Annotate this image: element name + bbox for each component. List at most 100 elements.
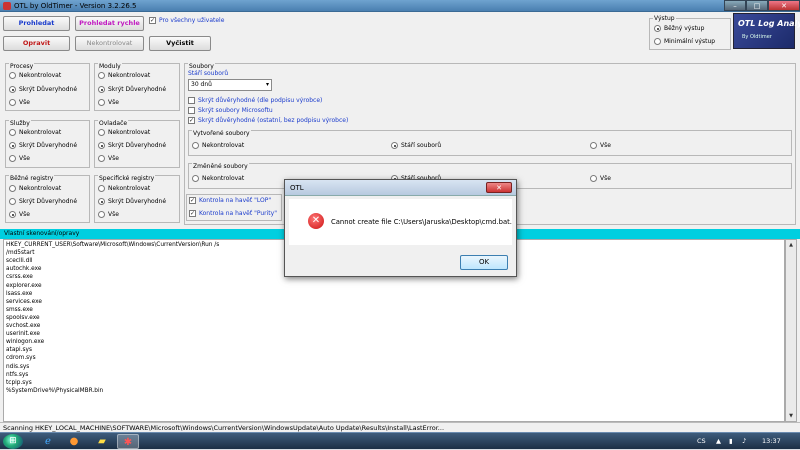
created-all-radio[interactable]: Vše	[590, 142, 611, 149]
modules-hide-trusted-radio[interactable]: Skrýt Důveryhodné	[98, 86, 166, 93]
purity-check-checkbox[interactable]: ✓ Kontrola na havěť "Purity"	[189, 210, 277, 217]
services-no-check-radio[interactable]: Nekontrolovat	[9, 129, 61, 136]
radio-selected-icon	[391, 142, 398, 149]
special-registry-hide-trusted-radio[interactable]: Skrýt Důveryhodné	[98, 198, 166, 205]
created-no-check-radio[interactable]: Nekontrolovat	[192, 142, 244, 149]
custom-scan-line: winlogon.exe	[6, 339, 45, 346]
modified-all-radio[interactable]: Vše	[590, 175, 611, 182]
minimize-button[interactable]: –	[724, 0, 746, 11]
otl-taskbar-icon[interactable]: ✱	[117, 434, 139, 449]
lop-check-checkbox[interactable]: ✓ Kontrola na havěť "LOP"	[189, 197, 271, 204]
no-check-button[interactable]: Nekontrolovat	[75, 36, 144, 51]
language-indicator[interactable]: CS	[697, 437, 706, 445]
hide-trusted-unsigned-checkbox[interactable]: ✓ Skrýt důvěryhodné (ostatní, bez podpisu…	[188, 117, 348, 124]
custom-scan-line: autochk.exe	[6, 266, 42, 273]
checkbox-checked-icon: ✓	[189, 210, 196, 217]
radio-selected-icon	[654, 25, 661, 32]
custom-scan-line: smss.exe	[6, 306, 33, 313]
created-age-radio[interactable]: Stáří souborů	[391, 142, 441, 149]
radio-selected-icon	[9, 142, 16, 149]
custom-scan-line: userinit.exe	[6, 331, 40, 338]
folder-icon[interactable]: ▰	[91, 434, 113, 449]
dialog-close-button[interactable]: ✕	[486, 182, 512, 193]
radio-icon	[192, 175, 199, 182]
modules-no-check-radio[interactable]: Nekontrolovat	[98, 72, 150, 79]
otl-log-analysis-logo[interactable]: OTL Log Analysis By Oldtimer	[733, 13, 800, 49]
firefox-icon[interactable]: ●	[63, 434, 85, 449]
custom-scan-line: %SystemDrive%\PhysicalMBR.bin	[6, 387, 104, 394]
radio-icon	[98, 155, 105, 162]
checkbox-checked-icon: ✓	[189, 197, 196, 204]
status-text: Scanning HKEY_LOCAL_MACHINE\SOFTWARE\Mic…	[3, 424, 445, 432]
clock[interactable]: 13:37	[762, 437, 781, 445]
custom-scan-line: /md5start	[6, 250, 35, 257]
close-button[interactable]: ✕	[768, 0, 800, 11]
processes-hide-trusted-radio[interactable]: Skrýt Důveryhodné	[9, 86, 77, 93]
hide-microsoft-files-checkbox[interactable]: Skrýt soubory Microsoftu	[188, 107, 273, 114]
radio-icon	[98, 129, 105, 136]
custom-scan-scrollbar[interactable]: ▲ ▼	[785, 239, 797, 422]
file-age-label: Stáří souborů	[188, 70, 229, 77]
special-registry-no-check-radio[interactable]: Nekontrolovat	[98, 185, 150, 192]
checkbox-icon	[188, 97, 195, 104]
app-icon	[3, 2, 11, 10]
radio-selected-icon	[98, 198, 105, 205]
standard-output-radio[interactable]: Běžný výstup	[654, 25, 704, 32]
window-title: OTL by OldTimer - Version 3.2.26.5	[14, 2, 137, 10]
radio-icon	[98, 72, 105, 79]
error-dialog: OTL ✕ ✕ Cannot create file C:\Users\Jaru…	[284, 179, 517, 277]
drivers-all-radio[interactable]: Vše	[98, 155, 119, 162]
all-users-checkbox[interactable]: ✓ Pro všechny uživatele	[149, 17, 224, 24]
custom-scan-line: spoolsv.exe	[6, 314, 40, 321]
ie-icon[interactable]: ℯ	[37, 434, 59, 449]
radio-icon	[98, 99, 105, 106]
maximize-button[interactable]: □	[746, 0, 768, 11]
custom-scan-line: ndis.sys	[6, 363, 30, 370]
radio-icon	[9, 99, 16, 106]
output-group: Výstup	[649, 15, 731, 50]
special-registry-all-radio[interactable]: Vše	[98, 211, 119, 218]
radio-selected-icon	[9, 211, 16, 218]
created-files-group: Vytvořené soubory	[188, 130, 792, 156]
drivers-hide-trusted-radio[interactable]: Skrýt Důveryhodné	[98, 142, 166, 149]
start-button[interactable]: ⊞	[3, 434, 23, 449]
custom-scan-line: ntfs.sys	[6, 371, 29, 378]
tray-arrow-icon[interactable]: ▲	[716, 437, 721, 445]
services-all-radio[interactable]: Vše	[9, 155, 30, 162]
network-icon[interactable]: ▮	[729, 437, 733, 445]
radio-icon	[9, 129, 16, 136]
custom-scan-line: sceclli.dll	[6, 258, 33, 265]
registry-all-radio[interactable]: Vše	[9, 211, 30, 218]
custom-scan-line: tcpip.sys	[6, 379, 32, 386]
processes-all-radio[interactable]: Vše	[9, 99, 30, 106]
radio-icon	[9, 72, 16, 79]
radio-icon	[590, 142, 597, 149]
radio-icon	[9, 185, 16, 192]
volume-icon[interactable]: ♪	[742, 437, 746, 445]
registry-no-check-radio[interactable]: Nekontrolovat	[9, 185, 61, 192]
hide-trusted-signed-checkbox[interactable]: Skrýt důvěryhodné (dle podpisu výrobce)	[188, 97, 322, 104]
taskbar: ⊞ ℯ ● ▰ ✱ CS ▲ ▮ ♪ 13:37	[0, 432, 800, 449]
radio-icon	[98, 211, 105, 218]
clean-button[interactable]: Vyčistit	[149, 36, 211, 51]
quick-scan-button[interactable]: Prohledat rychle	[75, 16, 144, 31]
modified-no-check-radio[interactable]: Nekontrolovat	[192, 175, 244, 182]
dialog-title-bar: OTL ✕	[285, 180, 516, 196]
scroll-down-icon[interactable]: ▼	[786, 411, 796, 421]
services-hide-trusted-radio[interactable]: Skrýt Důveryhodné	[9, 142, 77, 149]
custom-scan-line: csrss.exe	[6, 274, 33, 281]
radio-icon	[9, 198, 16, 205]
scan-button[interactable]: Prohledat	[3, 16, 70, 31]
ok-button[interactable]: OK	[460, 255, 508, 270]
processes-no-check-radio[interactable]: Nekontrolovat	[9, 72, 61, 79]
status-bar: Scanning HKEY_LOCAL_MACHINE\SOFTWARE\Mic…	[0, 422, 800, 432]
checkbox-icon	[188, 107, 195, 114]
radio-icon	[654, 38, 661, 45]
drivers-no-check-radio[interactable]: Nekontrolovat	[98, 129, 150, 136]
fix-button[interactable]: Opravit	[3, 36, 70, 51]
modules-all-radio[interactable]: Vše	[98, 99, 119, 106]
scroll-up-icon[interactable]: ▲	[786, 240, 796, 250]
minimal-output-radio[interactable]: Minimální výstup	[654, 38, 715, 45]
registry-hide-trusted-radio[interactable]: Skrýt Důveryhodné	[9, 198, 77, 205]
file-age-select[interactable]: 30 dnů ▾	[188, 79, 272, 91]
